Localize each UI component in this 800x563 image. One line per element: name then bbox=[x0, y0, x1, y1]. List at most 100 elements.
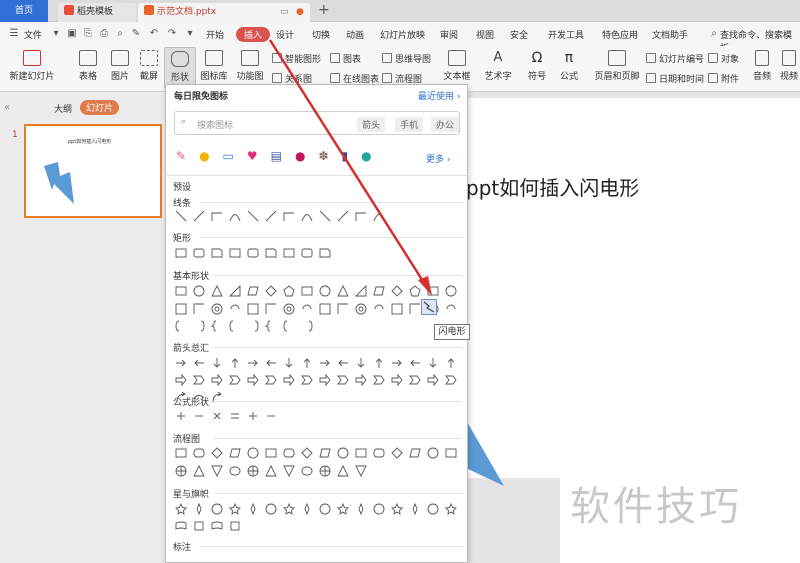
shape-option[interactable] bbox=[299, 246, 315, 260]
menu-animation[interactable]: 动画 bbox=[346, 28, 364, 41]
shape-option[interactable] bbox=[209, 246, 225, 260]
attachment-button[interactable]: 附件 bbox=[708, 72, 739, 85]
menu-developer[interactable]: 开发工具 bbox=[548, 28, 584, 41]
shape-option[interactable] bbox=[371, 209, 387, 223]
chevron-down-icon[interactable]: ▾ bbox=[50, 28, 62, 40]
shape-option[interactable] bbox=[227, 209, 243, 223]
shape-option[interactable] bbox=[191, 464, 207, 478]
shape-option[interactable] bbox=[281, 246, 297, 260]
shape-option[interactable] bbox=[317, 502, 333, 516]
tag-office[interactable]: 办公 bbox=[431, 117, 459, 132]
shape-option[interactable] bbox=[173, 356, 189, 370]
menu-review[interactable]: 审阅 bbox=[440, 28, 458, 41]
picture-button[interactable]: 图片 bbox=[104, 50, 136, 82]
shape-option[interactable] bbox=[299, 464, 315, 478]
shape-option[interactable] bbox=[299, 502, 315, 516]
shape-option[interactable] bbox=[173, 464, 189, 478]
collapse-panel-icon[interactable]: « bbox=[4, 102, 10, 113]
menu-transition[interactable]: 切换 bbox=[312, 28, 330, 41]
header-footer-button[interactable]: 页眉和页脚 bbox=[594, 50, 640, 82]
menu-design[interactable]: 设计 bbox=[276, 28, 294, 41]
shape-option[interactable] bbox=[353, 209, 369, 223]
shape-option[interactable] bbox=[389, 502, 405, 516]
undo-icon[interactable]: ↶ bbox=[148, 28, 160, 40]
shape-option[interactable] bbox=[425, 356, 441, 370]
shape-option[interactable] bbox=[227, 373, 243, 387]
shape-option[interactable] bbox=[407, 284, 423, 298]
shape-option[interactable] bbox=[281, 464, 297, 478]
shape-option[interactable] bbox=[317, 356, 333, 370]
menu-features[interactable]: 特色应用 bbox=[602, 28, 638, 41]
outline-tab[interactable]: 大纲 bbox=[54, 102, 72, 115]
shape-option[interactable] bbox=[245, 356, 261, 370]
formula-button[interactable]: π 公式 bbox=[554, 50, 584, 82]
icon-library-button[interactable]: 图标库 bbox=[198, 50, 230, 82]
icon-search-box[interactable]: ⌕ 搜索图标 箭头 手机 办公 bbox=[174, 111, 460, 135]
shape-option[interactable] bbox=[353, 284, 369, 298]
shape-option[interactable] bbox=[173, 209, 189, 223]
plant-icon[interactable]: ✽ bbox=[318, 149, 328, 163]
shape-option[interactable] bbox=[173, 409, 189, 423]
shape-option[interactable] bbox=[443, 284, 459, 298]
shape-option[interactable] bbox=[317, 373, 333, 387]
shape-option[interactable] bbox=[227, 409, 243, 423]
datetime-button[interactable]: 日期和时间 bbox=[646, 72, 704, 85]
shape-option[interactable] bbox=[209, 464, 225, 478]
shape-button[interactable]: 形状 bbox=[164, 47, 196, 89]
shape-option[interactable] bbox=[443, 502, 459, 516]
tab-docer-templates[interactable]: 稻壳模板 bbox=[58, 3, 136, 22]
shape-option[interactable] bbox=[173, 302, 189, 316]
tab-document[interactable]: 示范文档.pptx ▭ ● bbox=[138, 3, 310, 22]
shape-option[interactable] bbox=[191, 302, 207, 316]
shape-option[interactable] bbox=[191, 284, 207, 298]
shape-option[interactable] bbox=[173, 502, 189, 516]
shape-option[interactable] bbox=[317, 284, 333, 298]
shape-option[interactable] bbox=[389, 302, 405, 316]
shape-option[interactable] bbox=[407, 373, 423, 387]
shape-option[interactable] bbox=[407, 356, 423, 370]
slide-thumbnail[interactable]: ppt如何插入闪电形 bbox=[24, 124, 162, 218]
more-icons-link[interactable]: 更多 › bbox=[426, 152, 450, 165]
shape-option[interactable] bbox=[371, 446, 387, 460]
video-button[interactable]: 视频 bbox=[778, 50, 800, 82]
audio-button[interactable]: 音频 bbox=[750, 50, 774, 82]
shape-option[interactable] bbox=[353, 464, 369, 478]
shape-option[interactable] bbox=[263, 209, 279, 223]
menu-doc-assistant[interactable]: 文档助手 bbox=[652, 28, 688, 41]
shape-option[interactable] bbox=[245, 409, 261, 423]
lightning-shape-option[interactable] bbox=[421, 299, 437, 315]
mind-map-button[interactable]: 思维导图 bbox=[382, 52, 431, 65]
laptop-icon[interactable]: ▭ bbox=[223, 149, 234, 163]
shape-option[interactable] bbox=[425, 446, 441, 460]
shape-option[interactable] bbox=[317, 464, 333, 478]
shape-option[interactable] bbox=[191, 519, 207, 533]
shape-option[interactable] bbox=[299, 446, 315, 460]
menu-insert[interactable]: 插入 bbox=[236, 27, 271, 42]
shape-option[interactable] bbox=[371, 373, 387, 387]
shape-option[interactable] bbox=[281, 319, 297, 333]
shape-option[interactable] bbox=[227, 319, 243, 333]
lightbulb-icon[interactable]: ● bbox=[199, 149, 209, 163]
shape-option[interactable] bbox=[353, 502, 369, 516]
shape-option[interactable] bbox=[173, 446, 189, 460]
symbol-button[interactable]: Ω 符号 bbox=[522, 50, 552, 82]
new-slide-button[interactable]: 新建幻灯片 bbox=[6, 50, 58, 82]
shape-option[interactable] bbox=[263, 246, 279, 260]
shape-option[interactable] bbox=[299, 209, 315, 223]
slide-lightning-shape[interactable] bbox=[462, 420, 512, 492]
shape-option[interactable] bbox=[353, 356, 369, 370]
shape-option[interactable] bbox=[191, 319, 207, 333]
menu-slideshow[interactable]: 幻灯片放映 bbox=[380, 28, 425, 41]
shape-option[interactable] bbox=[389, 356, 405, 370]
shape-option[interactable] bbox=[263, 409, 279, 423]
tab-home[interactable]: 首页 bbox=[0, 0, 48, 22]
add-tab-button[interactable]: + bbox=[318, 2, 330, 18]
shape-option[interactable] bbox=[209, 284, 225, 298]
shape-option[interactable] bbox=[263, 502, 279, 516]
shape-option[interactable] bbox=[371, 502, 387, 516]
menu-security[interactable]: 安全 bbox=[510, 28, 528, 41]
shape-option[interactable] bbox=[209, 502, 225, 516]
shape-option[interactable] bbox=[191, 246, 207, 260]
shape-option[interactable] bbox=[281, 356, 297, 370]
shape-option[interactable] bbox=[173, 373, 189, 387]
